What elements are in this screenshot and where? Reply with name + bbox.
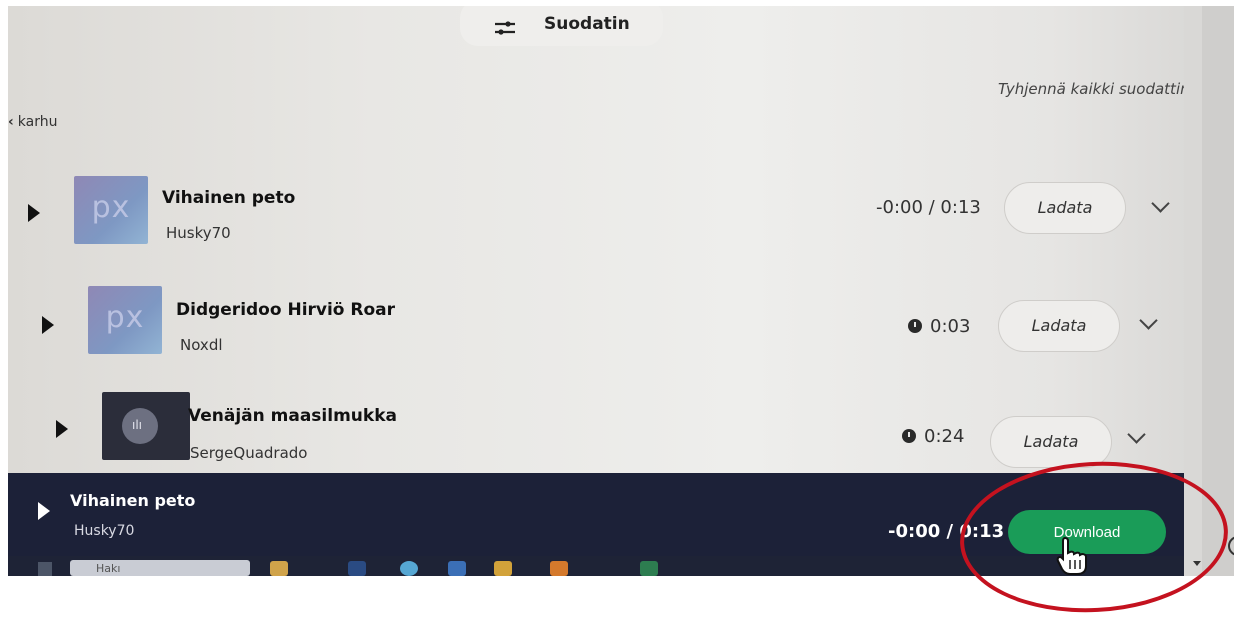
track-thumbnail: ılı: [102, 392, 190, 460]
duration-value: 0:03: [930, 316, 971, 337]
filter-sliders-icon: [495, 21, 515, 35]
taskbar-app-icon[interactable]: [494, 561, 512, 576]
waveform-icon: ılı: [132, 418, 143, 432]
play-icon[interactable]: [42, 316, 54, 334]
track-row: ılı Venäjän maasilmukka SergeQuadrado 0:…: [8, 384, 1234, 480]
taskbar-app-icon[interactable]: [640, 561, 658, 576]
hand-cursor-icon: [1056, 536, 1087, 575]
track-duration: -0:00 / 0:13: [876, 197, 981, 218]
chevron-down-icon[interactable]: [1127, 425, 1146, 444]
track-artist[interactable]: SergeQuadrado: [190, 444, 308, 462]
clock-icon: [902, 429, 916, 443]
track-duration: 0:24: [902, 426, 964, 447]
duration-value: 0:24: [924, 426, 965, 447]
thumbnail-logo: px: [91, 190, 131, 225]
player-play-icon[interactable]: [38, 502, 50, 520]
player-track-title[interactable]: Vihainen peto: [70, 491, 195, 510]
breadcrumb-label: karhu: [17, 114, 58, 130]
track-artist[interactable]: Husky70: [166, 224, 231, 242]
taskbar-app-icon[interactable]: [348, 561, 366, 576]
play-icon[interactable]: [28, 204, 40, 222]
taskbar-app-icon[interactable]: [400, 561, 418, 576]
clock-icon: [908, 319, 922, 333]
thumbnail-logo: px: [105, 300, 145, 335]
player-track-artist[interactable]: Husky70: [74, 523, 134, 539]
track-thumbnail: px: [88, 286, 162, 354]
track-title[interactable]: Venäjän maasilmukka: [188, 406, 397, 426]
track-duration: 0:03: [908, 316, 970, 337]
chevron-down-icon[interactable]: [1151, 194, 1170, 213]
track-row: px Vihainen peto Husky70 -0:00 / 0:13 La…: [8, 166, 1234, 262]
chevron-down-icon[interactable]: [1139, 311, 1158, 330]
taskbar-search[interactable]: Hakı: [70, 560, 250, 576]
windows-start-icon[interactable]: [38, 562, 52, 576]
taskbar-app-icon[interactable]: [448, 561, 466, 576]
download-button[interactable]: Ladata: [1004, 182, 1126, 234]
back-chevron-icon: ‹: [8, 114, 14, 130]
right-side-panel: [1202, 6, 1234, 576]
track-artist[interactable]: Noxdl: [180, 336, 223, 354]
filter-label[interactable]: Suodatin: [544, 14, 630, 34]
download-button[interactable]: Ladata: [990, 416, 1112, 468]
taskbar-app-icon[interactable]: [270, 561, 288, 576]
taskbar-app-icon[interactable]: [550, 561, 568, 576]
breadcrumb-back[interactable]: ‹ karhu: [8, 114, 57, 130]
download-button[interactable]: Ladata: [998, 300, 1120, 352]
play-icon[interactable]: [56, 420, 68, 438]
track-title[interactable]: Didgeridoo Hirviö Roar: [176, 300, 395, 320]
track-title[interactable]: Vihainen peto: [162, 188, 295, 208]
track-row: px Didgeridoo Hirviö Roar Noxdl 0:03 Lad…: [8, 278, 1234, 374]
clear-all-filters-link[interactable]: Tyhjennä kaikki suodattimet: [998, 80, 1210, 98]
track-thumbnail: px: [74, 176, 148, 244]
